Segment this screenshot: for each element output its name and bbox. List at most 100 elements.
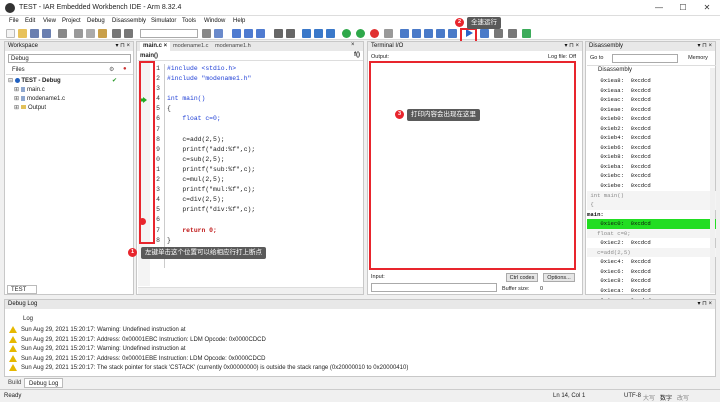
disassembly-row[interactable]: 0x1eb8: 0xcdcd [587,152,716,162]
code-line[interactable]: c=div(2,5); [167,195,357,205]
find-combo[interactable] [140,29,198,38]
panel-buttons[interactable]: ▾ ⊓ × [564,42,579,51]
function-icon[interactable]: f() [354,52,360,58]
save-all-icon[interactable] [42,29,51,38]
paste-icon[interactable] [98,29,107,38]
memory-button[interactable]: Memory [682,54,714,63]
tab-test[interactable]: TEST [7,285,37,294]
cut-icon[interactable] [74,29,83,38]
break-icon[interactable] [480,29,489,38]
make-icon[interactable] [314,29,323,38]
disassembly-row[interactable]: 0x1eae: 0xcdcd [587,105,716,115]
disassembly-row[interactable]: 0x1eba: 0xcdcd [587,162,716,172]
menu-file[interactable]: File [9,18,19,24]
redo-icon[interactable] [124,29,133,38]
disassembly-row[interactable]: 0x1ec8: 0xcdcd [587,276,716,286]
code-line[interactable]: int main() [167,94,357,104]
code-line[interactable]: printf("div:%f",c); [167,205,357,215]
step-into-icon[interactable] [412,29,421,38]
open-folder-icon[interactable] [18,29,27,38]
maximize-button[interactable]: ☐ [672,1,694,14]
code-line[interactable]: } [167,236,357,246]
breakpoint-toggle-icon[interactable] [494,29,503,38]
new-file-icon[interactable] [6,29,15,38]
menu-window[interactable]: Window [204,18,225,24]
disassembly-row[interactable]: 0x1ec6: 0xcdcd [587,267,716,277]
panel-buttons[interactable]: ▾ ⊓ × [697,42,712,51]
minimize-button[interactable]: — [648,1,670,14]
code-line[interactable] [167,215,357,225]
current-instruction-row[interactable]: 0x1ec0: 0xcdcd [587,219,716,229]
code-area[interactable]: #include <stdio.h> #include "modename1.h"… [167,64,357,256]
tab-modename1-c[interactable]: modename1.c [173,42,208,51]
disassembly-row[interactable]: int main() [587,190,716,201]
bookmark-icon[interactable] [232,29,241,38]
stop-build-icon[interactable] [326,29,335,38]
print-icon[interactable] [58,29,67,38]
menu-tools[interactable]: Tools [182,18,196,24]
save-icon[interactable] [30,29,39,38]
disassembly-row[interactable]: c=add(2,5) [587,247,716,258]
code-line[interactable]: float c=0; [167,114,357,124]
menu-disassembly[interactable]: Disassembly [112,18,146,24]
menu-edit[interactable]: Edit [25,18,35,24]
tab-modename1-h[interactable]: modename1.h [215,42,251,51]
tab-build[interactable]: Build [4,378,25,388]
disassembly-row[interactable]: 0x1eb6: 0xcdcd [587,143,716,153]
next-statement-icon[interactable] [436,29,445,38]
close-tab-icon[interactable]: × [351,42,355,48]
code-line[interactable]: return 0; [167,226,357,236]
code-line[interactable] [167,84,357,94]
disassembly-row[interactable]: 0x1ea8: 0xcdcd [587,76,716,86]
tab-debug-log[interactable]: Debug Log [24,378,64,388]
reset-icon[interactable] [384,29,393,38]
function-combo[interactable]: main() [140,53,158,59]
disassembly-row[interactable]: 0x1ec4: 0xcdcd [587,257,716,267]
terminal-input[interactable] [371,283,497,292]
menu-debug[interactable]: Debug [87,18,105,24]
code-line[interactable]: printf("add:%f",c); [167,145,357,155]
disassembly-row[interactable]: 0x1eb2: 0xcdcd [587,124,716,134]
panel-buttons[interactable]: ▾ ⊓ × [115,42,130,51]
code-line[interactable]: c=sub(2,5); [167,155,357,165]
navigate-back-icon[interactable] [274,29,283,38]
code-line[interactable]: c=mul(2,5); [167,175,357,185]
run-to-cursor-icon[interactable] [448,29,457,38]
disassembly-row[interactable]: 0x1ec2: 0xcdcd [587,238,716,248]
tree-item-project[interactable]: ⊟ TEST - Debug ✔ [8,77,132,86]
disassembly-row[interactable]: float c=0; [587,228,716,239]
code-line[interactable]: printf("mul:%f",c); [167,185,357,195]
copy-icon[interactable] [86,29,95,38]
tree-item-main-c[interactable]: ⊞ main.c [8,86,132,95]
disassembly-row[interactable]: 0x1eac: 0xcdcd [587,95,716,105]
panel-buttons[interactable]: ▾ ⊓ × [697,300,712,309]
code-line[interactable] [167,125,357,135]
step-over-icon[interactable] [400,29,409,38]
disassembly-row[interactable]: 0x1eb4: 0xcdcd [587,133,716,143]
code-line[interactable]: c=add(2,5); [167,135,357,145]
disassembly-row[interactable]: { [587,200,716,210]
disassembly-row[interactable]: 0x1ebc: 0xcdcd [587,171,716,181]
disassembly-row[interactable]: 0x1ebe: 0xcdcd [587,181,716,191]
gear-icon[interactable]: ⚙ [109,66,114,73]
navigate-forward-icon[interactable] [286,29,295,38]
find-icon[interactable] [202,29,211,38]
disassembly-row[interactable]: 0x1eca: 0xcdcd [587,286,716,296]
code-line[interactable]: #include <stdio.h> [167,64,357,74]
bookmark-next-icon[interactable] [244,29,253,38]
goto-input[interactable] [612,54,678,63]
disassembly-listing[interactable]: 0x1ea8: 0xcdcd 0x1eaa: 0xcdcd 0x1eac: 0x… [587,76,716,315]
tab-main-c[interactable]: main.c × [140,42,171,51]
debug-download-icon[interactable] [342,29,351,38]
config-select[interactable]: Debug [8,54,131,63]
ctrl-codes-button[interactable]: Ctrl codes [506,273,538,282]
close-window-button[interactable]: ✕ [696,1,718,14]
menu-help[interactable]: Help [233,18,245,24]
bookmark-prev-icon[interactable] [256,29,265,38]
disassembly-row[interactable]: main: [587,210,716,220]
menu-view[interactable]: View [43,18,56,24]
options-button[interactable]: Options... [543,273,575,282]
tree-item-modename1-c[interactable]: ⊞ modename1.c [8,95,132,104]
disassembly-row[interactable]: 0x1eaa: 0xcdcd [587,86,716,96]
disassembly-row[interactable]: 0x1eb0: 0xcdcd [587,114,716,124]
